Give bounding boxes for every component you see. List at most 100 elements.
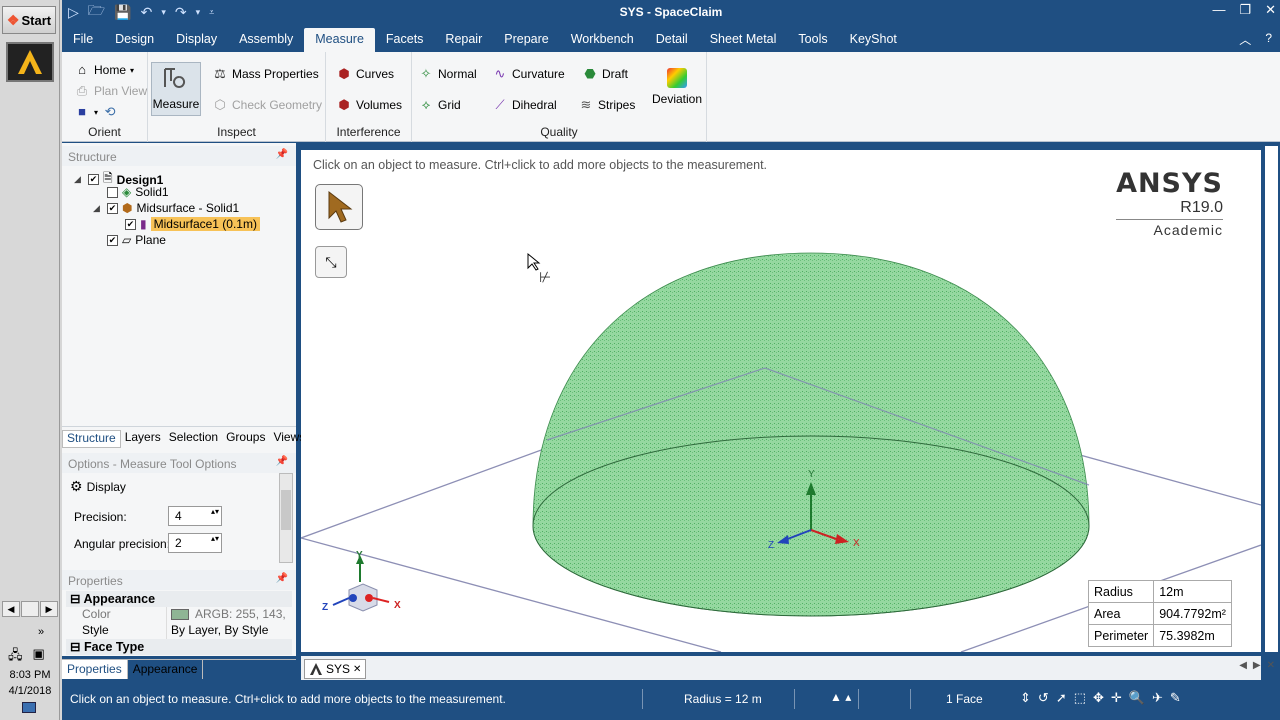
dropdown-icon[interactable]: ▴ <box>845 690 851 704</box>
undo-icon[interactable]: ↶ <box>141 4 153 21</box>
tab-properties[interactable]: Properties <box>62 660 128 679</box>
save-icon[interactable]: 💾 <box>114 4 131 21</box>
measure-tool-options-button[interactable]: ⤡ <box>315 246 347 278</box>
help-icon[interactable]: ? <box>1265 31 1272 48</box>
start-button[interactable]: ❖ Start <box>2 6 56 34</box>
play-icon[interactable]: ▷ <box>68 4 79 21</box>
tree-node-plane[interactable]: ✔ ▱ Plane <box>107 233 166 247</box>
close-tab-icon[interactable]: ✕ <box>353 664 361 675</box>
tab-appearance[interactable]: Appearance <box>128 660 204 679</box>
tree-node-solid[interactable]: ◈ Solid1 <box>107 185 169 199</box>
collapse-icon[interactable]: ◢ <box>74 174 84 185</box>
view-cube-button[interactable]: ■ ▾ ⟲ <box>74 104 118 120</box>
tab-measure[interactable]: Measure <box>304 28 375 52</box>
grid-button[interactable]: ⟡ Grid <box>418 97 461 113</box>
status-selection-count[interactable]: 1 Face <box>946 692 983 706</box>
dihedral-button[interactable]: ⟋ Dihedral <box>492 97 556 113</box>
curvature-button[interactable]: ∿ Curvature <box>492 66 565 82</box>
orient-icon[interactable]: ✥ <box>1093 690 1104 706</box>
volumes-button[interactable]: ⬢ Volumes <box>336 97 402 113</box>
tab-selection[interactable]: Selection <box>165 430 222 448</box>
pen-icon[interactable]: ✎ <box>1170 690 1181 706</box>
clock-time[interactable]: 8:03 PM <box>0 669 60 681</box>
visibility-checkbox[interactable] <box>107 186 118 198</box>
pin-icon[interactable]: 📌 <box>276 149 288 160</box>
collapse-icon[interactable]: ◢ <box>93 203 103 214</box>
pin-icon[interactable]: 📌 <box>276 573 288 584</box>
view-triad[interactable]: Y X Z <box>322 550 401 613</box>
tab-prepare[interactable]: Prepare <box>493 28 559 52</box>
tab-tools[interactable]: Tools <box>787 28 838 52</box>
open-folder-icon[interactable]: 🗁 <box>88 0 105 24</box>
zoom-icon[interactable]: 🔍 <box>1129 690 1145 706</box>
tab-display[interactable]: Display <box>165 28 228 52</box>
viewport-scrollbar[interactable] <box>1265 146 1278 652</box>
color-property-row[interactable]: Color ARGB: 255, 143, <box>66 607 292 623</box>
tray-network-icon[interactable]: 🖧 <box>8 646 23 668</box>
hemisphere-surface[interactable] <box>532 252 1090 617</box>
precision-stepper[interactable]: 4 <box>168 506 222 526</box>
taskbar-app-spaceclaim[interactable] <box>6 42 54 82</box>
appearance-category[interactable]: ⊟ Appearance <box>66 591 292 607</box>
select-tool-button[interactable] <box>315 184 363 230</box>
deviation-button[interactable]: Deviation <box>652 68 702 106</box>
doc-tab-sys[interactable]: SYS ✕ <box>304 659 367 679</box>
tree-node-midsurface[interactable]: ◢ ✔ ⬢ Midsurface - Solid1 <box>93 201 239 215</box>
visibility-checkbox[interactable]: ✔ <box>107 234 118 246</box>
collapse-icon[interactable]: ⊟ <box>70 640 84 654</box>
tab-file[interactable]: File <box>62 28 104 52</box>
draft-button[interactable]: ⬣ Draft <box>582 66 628 82</box>
mass-properties-button[interactable]: ⚖ Mass Properties <box>212 66 319 82</box>
box-select-icon[interactable]: ⬚ <box>1074 690 1086 706</box>
visibility-checkbox[interactable]: ✔ <box>88 174 99 185</box>
restore-icon[interactable]: ❐ <box>1239 2 1251 18</box>
tab-layers[interactable]: Layers <box>121 430 165 448</box>
display-section[interactable]: ⚙ Display <box>70 478 126 495</box>
selection-arrows-icon[interactable]: ⇕ <box>1020 690 1031 706</box>
undo-dropdown-icon[interactable]: ▾ <box>161 7 166 18</box>
taskbar-scroller[interactable]: ◀ ▶ <box>2 601 58 617</box>
check-geometry-button[interactable]: ⬡ Check Geometry <box>212 97 322 113</box>
scrollbar-thumb[interactable] <box>281 490 291 530</box>
tab-design[interactable]: Design <box>104 28 165 52</box>
undo-select-icon[interactable]: ↺ <box>1038 690 1049 706</box>
close-doc-icon[interactable]: ✕ <box>1267 660 1275 671</box>
tab-keyshot[interactable]: KeyShot <box>839 28 908 52</box>
close-icon[interactable]: ✕ <box>1265 2 1276 18</box>
clock-date[interactable]: 4/1/2018 <box>0 685 60 697</box>
pin-icon[interactable]: 📌 <box>276 456 288 467</box>
tab-workbench[interactable]: Workbench <box>560 28 645 52</box>
tab-groups[interactable]: Groups <box>222 430 269 448</box>
tab-assembly[interactable]: Assembly <box>228 28 304 52</box>
scroll-right-icon[interactable]: ▶ <box>40 601 58 617</box>
curves-button[interactable]: ⬢ Curves <box>336 66 394 82</box>
tray-monitor-icon[interactable]: ▣ <box>33 646 45 668</box>
pan-icon[interactable]: ✛ <box>1111 690 1122 706</box>
angular-precision-stepper[interactable]: 2 <box>168 533 222 553</box>
tab-structure[interactable]: Structure <box>62 430 121 448</box>
3d-viewport[interactable]: Y X Z Y X Z ⊬ Click on an object to meas… <box>301 150 1261 652</box>
collapse-ribbon-icon[interactable]: ︿ <box>1239 31 1251 48</box>
options-scrollbar[interactable] <box>279 473 293 563</box>
normal-button[interactable]: ✧ Normal <box>418 66 477 82</box>
redo-icon[interactable]: ↷ <box>175 4 187 21</box>
up-triangle-icon[interactable]: ▲ <box>830 690 842 704</box>
tab-sheet-metal[interactable]: Sheet Metal <box>699 28 788 52</box>
color-swatch[interactable] <box>171 609 189 621</box>
desktop-icon[interactable] <box>22 702 36 713</box>
prev-doc-icon[interactable]: ◀ <box>1239 660 1247 671</box>
visibility-checkbox[interactable]: ✔ <box>107 202 118 214</box>
measure-button[interactable]: Measure <box>151 62 201 116</box>
show-more-icon[interactable]: » <box>38 626 44 638</box>
home-button[interactable]: ⌂ Home ▾ <box>74 62 134 78</box>
select-pointer-icon[interactable]: ➚ <box>1056 690 1067 706</box>
collapse-icon[interactable]: ⊟ <box>70 592 83 606</box>
tab-facets[interactable]: Facets <box>375 28 435 52</box>
plan-view-button[interactable]: ⎙ Plan View <box>74 83 147 99</box>
redo-dropdown-icon[interactable]: ▾ <box>196 7 201 18</box>
minimize-icon[interactable]: — <box>1212 2 1225 18</box>
tab-detail[interactable]: Detail <box>645 28 699 52</box>
fly-icon[interactable]: ✈ <box>1152 690 1163 706</box>
scroll-track[interactable] <box>21 601 39 617</box>
customize-qa-icon[interactable]: ⩡ <box>209 7 214 18</box>
